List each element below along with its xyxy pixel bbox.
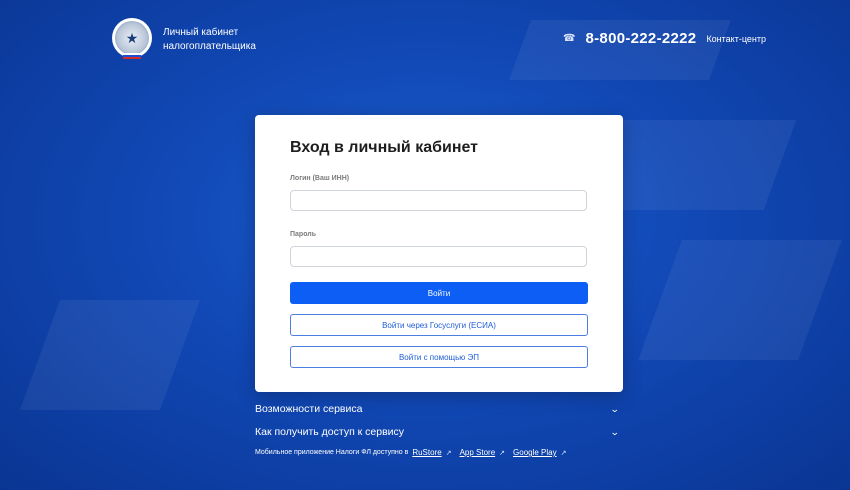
external-link-icon: ↗ [499,449,506,457]
mobile-text: Мобильное приложение Налоги ФЛ доступно … [255,449,409,456]
flag-icon [123,53,141,59]
phone-icon: ☎ [563,33,576,44]
googleplay-link[interactable]: Google Play [513,448,557,457]
fns-logo[interactable]: ★ [112,18,152,58]
accordion-label: Возможности сервиса [255,403,363,415]
brand-line1: Личный кабинет [163,27,239,38]
ep-button[interactable]: Войти с помощью ЭП [290,346,588,368]
header: ★ Личный кабинет налогоплательщика ☎ 8-8… [0,0,850,80]
password-label: Пароль [290,231,317,238]
chevron-down-icon: ⌄ [610,426,621,437]
contact-block: ☎ 8-800-222-2222 Контакт-центр [563,30,766,47]
external-link-icon: ↗ [560,449,567,457]
mobile-app-note: Мобильное приложение Налоги ФЛ доступно … [255,448,570,457]
brand-line2: налогоплательщика [163,41,256,52]
accordion-features[interactable]: Возможности сервиса ⌄ [255,401,623,417]
rustore-link[interactable]: RuStore [412,448,441,457]
accordion-label: Как получить доступ к сервису [255,426,405,438]
gosuslugi-button[interactable]: Войти через Госуслуги (ЕСИА) [290,314,588,336]
login-card: Вход в личный кабинет Логин (Ваш ИНН) Па… [255,115,623,392]
background-shape [19,300,201,410]
external-link-icon: ↗ [445,449,452,457]
login-button[interactable]: Войти [290,282,588,304]
login-input[interactable] [290,190,587,211]
brand-title[interactable]: Личный кабинет налогоплательщика [163,26,256,54]
phone-number[interactable]: 8-800-222-2222 [585,30,696,47]
login-title: Вход в личный кабинет [290,139,478,156]
accordion-access[interactable]: Как получить доступ к сервису ⌄ [255,424,623,440]
chevron-down-icon: ⌄ [610,403,621,414]
contact-center-label: Контакт-центр [706,33,766,44]
background-shape [638,240,842,360]
login-label: Логин (Ваш ИНН) [290,175,350,182]
emblem-icon: ★ [115,21,149,55]
appstore-link[interactable]: App Store [460,448,496,457]
password-input[interactable] [290,246,587,267]
